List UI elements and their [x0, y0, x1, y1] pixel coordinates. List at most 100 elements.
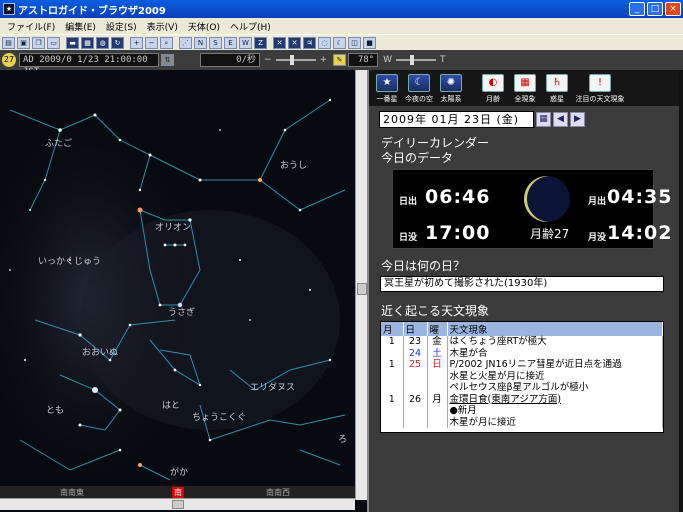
- globe-icon[interactable]: ◍: [96, 36, 109, 49]
- panel-toolbar: ★ 一番星 ☾ 今夜の空 ✺ 太陽系 ◐ 月齢 ▦ 全現象 ♄ 惑星 ! 注目の天文現象: [369, 70, 679, 106]
- speed-plus-icon[interactable]: +: [320, 55, 328, 65]
- wide-label: W: [383, 55, 392, 65]
- scroll-thumb[interactable]: [172, 500, 184, 509]
- rotate-icon[interactable]: ↻: [111, 36, 124, 49]
- table-row: 水星と火星が月に接近: [381, 370, 663, 382]
- direction-w-icon[interactable]: W: [239, 36, 252, 49]
- table-row: 24 土木星が合: [381, 347, 663, 359]
- menu-bar: ファイル(F) 編集(E) 設定(S) 表示(V) 天体(O) ヘルプ(H): [0, 18, 683, 34]
- events-table: 月 日 曜 天文現象 1 23 金はくちょう座RTが極大 24 土木星が合 1 25 日 P/2…: [380, 321, 664, 433]
- sunset-label: 日没: [399, 233, 418, 243]
- moon-age-button[interactable]: ◐ 月齢: [479, 74, 507, 104]
- label-pictor: がか: [170, 466, 188, 478]
- table-cell: [427, 405, 448, 417]
- zoom-slider[interactable]: [396, 55, 436, 65]
- label-monoceros: いっかくじゅう: [38, 256, 101, 267]
- direction-n-icon[interactable]: N: [194, 36, 207, 49]
- table-cell: [403, 370, 428, 382]
- zoom-in-icon[interactable]: +: [130, 36, 143, 49]
- all-events-button[interactable]: ▦ 全現象: [511, 74, 539, 104]
- what-day-heading: 今日は何の日？: [381, 259, 466, 273]
- table-cell: P/2002 JN16リニア彗星が近日点を通過: [447, 359, 663, 371]
- copy-icon[interactable]: ❐: [32, 36, 45, 49]
- sky-horizontal-scrollbar[interactable]: [0, 498, 355, 510]
- print-icon[interactable]: ▤: [2, 36, 15, 49]
- direction-e-icon[interactable]: E: [224, 36, 237, 49]
- planet-view-icon[interactable]: ♃: [303, 36, 316, 49]
- direction-south: 南: [172, 487, 184, 498]
- time-toolbar: 27 AD 2009/0 1/23 21:00:00 JST ⇅ 0/秒 − +…: [0, 50, 683, 77]
- orbit-icon[interactable]: ◌: [318, 36, 331, 49]
- app-icon: ★: [3, 3, 15, 15]
- label-caelum: ちょうこくぐ: [192, 412, 246, 423]
- cross-icon[interactable]: ✕: [288, 36, 301, 49]
- grid-icon[interactable]: ▦: [81, 36, 94, 49]
- notable-events-button[interactable]: ! 注目の天文現象: [575, 74, 625, 104]
- calendar-icon[interactable]: ▦: [536, 112, 551, 127]
- speed-slider[interactable]: [275, 55, 316, 65]
- direction-s-icon[interactable]: S: [209, 36, 222, 49]
- next-day-button[interactable]: ▶: [570, 112, 585, 127]
- time-step-icon[interactable]: ⇅: [161, 54, 174, 66]
- fov-icon[interactable]: ✎: [333, 54, 347, 66]
- table-cell: [381, 382, 404, 394]
- maximize-button[interactable]: □: [647, 2, 663, 16]
- table-cell: [403, 382, 428, 394]
- date-selector: 2009年 01月 23日 (金) ▦ ◀ ▶: [379, 111, 585, 128]
- close-button[interactable]: ×: [665, 2, 681, 16]
- stop-icon[interactable]: ■: [363, 36, 376, 49]
- col-event: 天文現象: [447, 322, 663, 336]
- all-events-icon: ▦: [514, 74, 536, 92]
- table-cell: 土: [427, 347, 448, 359]
- moonrise-label: 月出: [588, 197, 607, 207]
- menu-settings[interactable]: 設定(S): [101, 20, 142, 33]
- datetime-field[interactable]: AD 2009/0 1/23 21:00:00 JST: [19, 53, 159, 77]
- constellation-lines-icon[interactable]: ⋰: [179, 36, 192, 49]
- moon-view-icon[interactable]: ☾: [333, 36, 346, 49]
- direction-right: 南南西: [266, 488, 290, 497]
- label-columba: はと: [162, 400, 180, 411]
- planets-button[interactable]: ♄ 惑星: [543, 74, 571, 104]
- menu-view[interactable]: 表示(V): [142, 20, 183, 33]
- moonset-label: 月没: [588, 233, 607, 243]
- table-cell: はくちょう座RTが極大: [447, 336, 663, 348]
- moon-phase-icon: [524, 176, 570, 222]
- tonight-sky-button[interactable]: ☾ 今夜の空: [405, 74, 433, 104]
- sun-moon-times: 日出 06:46 日没 17:00 月齢27 月出 04:35 月没 14:02: [392, 169, 671, 249]
- window-icon[interactable]: ▭: [47, 36, 60, 49]
- save-image-icon[interactable]: ▣: [17, 36, 30, 49]
- star-chart[interactable]: ふたご おうし オリオン いっかくじゅう うさぎ おおいぬ エリダヌス はと と…: [0, 70, 355, 486]
- moon-age: 月齢27: [530, 227, 570, 241]
- what-day-text: 冥王星が初めて撮影された(1930年): [380, 276, 664, 292]
- menu-file[interactable]: ファイル(F): [2, 20, 60, 33]
- menu-help[interactable]: ヘルプ(H): [225, 20, 276, 33]
- scroll-thumb[interactable]: [357, 283, 367, 295]
- table-cell: 木星が合: [447, 347, 663, 359]
- menu-objects[interactable]: 天体(O): [183, 20, 225, 33]
- table-row: ●新月: [381, 405, 663, 417]
- minimize-button[interactable]: _: [629, 2, 645, 16]
- speed-minus-icon[interactable]: −: [264, 55, 272, 65]
- table-row: 1 23 金はくちょう座RTが極大: [381, 336, 663, 348]
- table-cell: ●新月: [447, 405, 663, 417]
- zoom-out-icon[interactable]: −: [145, 36, 158, 49]
- search-icon[interactable]: ⌕: [160, 36, 173, 49]
- prev-day-button[interactable]: ◀: [553, 112, 568, 127]
- sky-view[interactable]: ふたご おうし オリオン いっかくじゅう うさぎ おおいぬ エリダヌス はと と…: [0, 70, 367, 512]
- label-taurus: おうし: [280, 160, 307, 171]
- window-title: アストロガイド・ブラウザ2009: [18, 5, 166, 17]
- first-star-button[interactable]: ★ 一番星: [373, 74, 401, 104]
- fov-field[interactable]: 78°: [348, 53, 379, 67]
- date-dial-icon[interactable]: 27: [2, 53, 16, 67]
- menu-edit[interactable]: 編集(E): [60, 20, 101, 33]
- table-cell: 26: [403, 393, 428, 405]
- camera-icon[interactable]: ◫: [348, 36, 361, 49]
- mark-icon[interactable]: ✕: [273, 36, 286, 49]
- speed-field[interactable]: 0/秒: [200, 53, 260, 67]
- date-field[interactable]: 2009年 01月 23日 (金): [379, 111, 534, 128]
- solar-system-button[interactable]: ✺ 太陽系: [437, 74, 465, 104]
- sky-vertical-scrollbar[interactable]: [355, 70, 367, 500]
- horizon-view-icon[interactable]: ▬: [66, 36, 79, 49]
- zenith-icon[interactable]: Z: [254, 36, 267, 49]
- table-cell[interactable]: 金環日食(東南アジア方面): [447, 393, 663, 405]
